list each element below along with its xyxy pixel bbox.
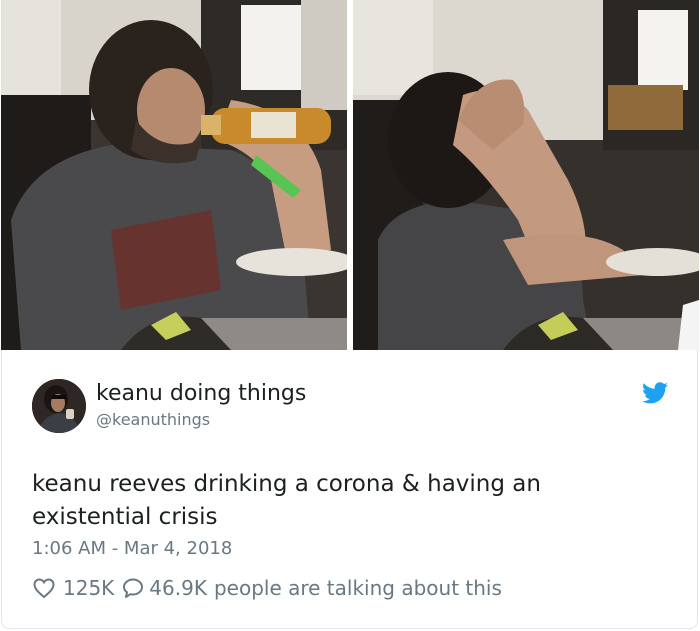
handle[interactable]: @keanuthings [96, 410, 210, 429]
tweet-text: keanu reeves drinking a corona & having … [32, 471, 541, 530]
display-name[interactable]: keanu doing things [96, 381, 306, 406]
tweet-photo-drinking[interactable] [1, 0, 347, 350]
tweet-media[interactable] [1, 0, 699, 350]
tweet-photo-facepalm[interactable] [353, 0, 699, 350]
reply-count[interactable]: 46.9K [149, 576, 207, 600]
heart-icon[interactable] [32, 576, 56, 600]
tweet-timestamp[interactable]: 1:06 AM - Mar 4, 2018 [32, 538, 232, 559]
tweet-actions: 125K 46.9K people are talking about this [32, 574, 502, 602]
reply-suffix[interactable]: people are talking about this [214, 576, 502, 600]
avatar[interactable] [32, 379, 86, 433]
tweet-header: keanu doing things @keanuthings [32, 379, 672, 435]
like-count[interactable]: 125K [63, 576, 114, 600]
speech-bubble-icon[interactable] [121, 576, 145, 600]
twitter-bird-icon[interactable] [642, 382, 668, 404]
